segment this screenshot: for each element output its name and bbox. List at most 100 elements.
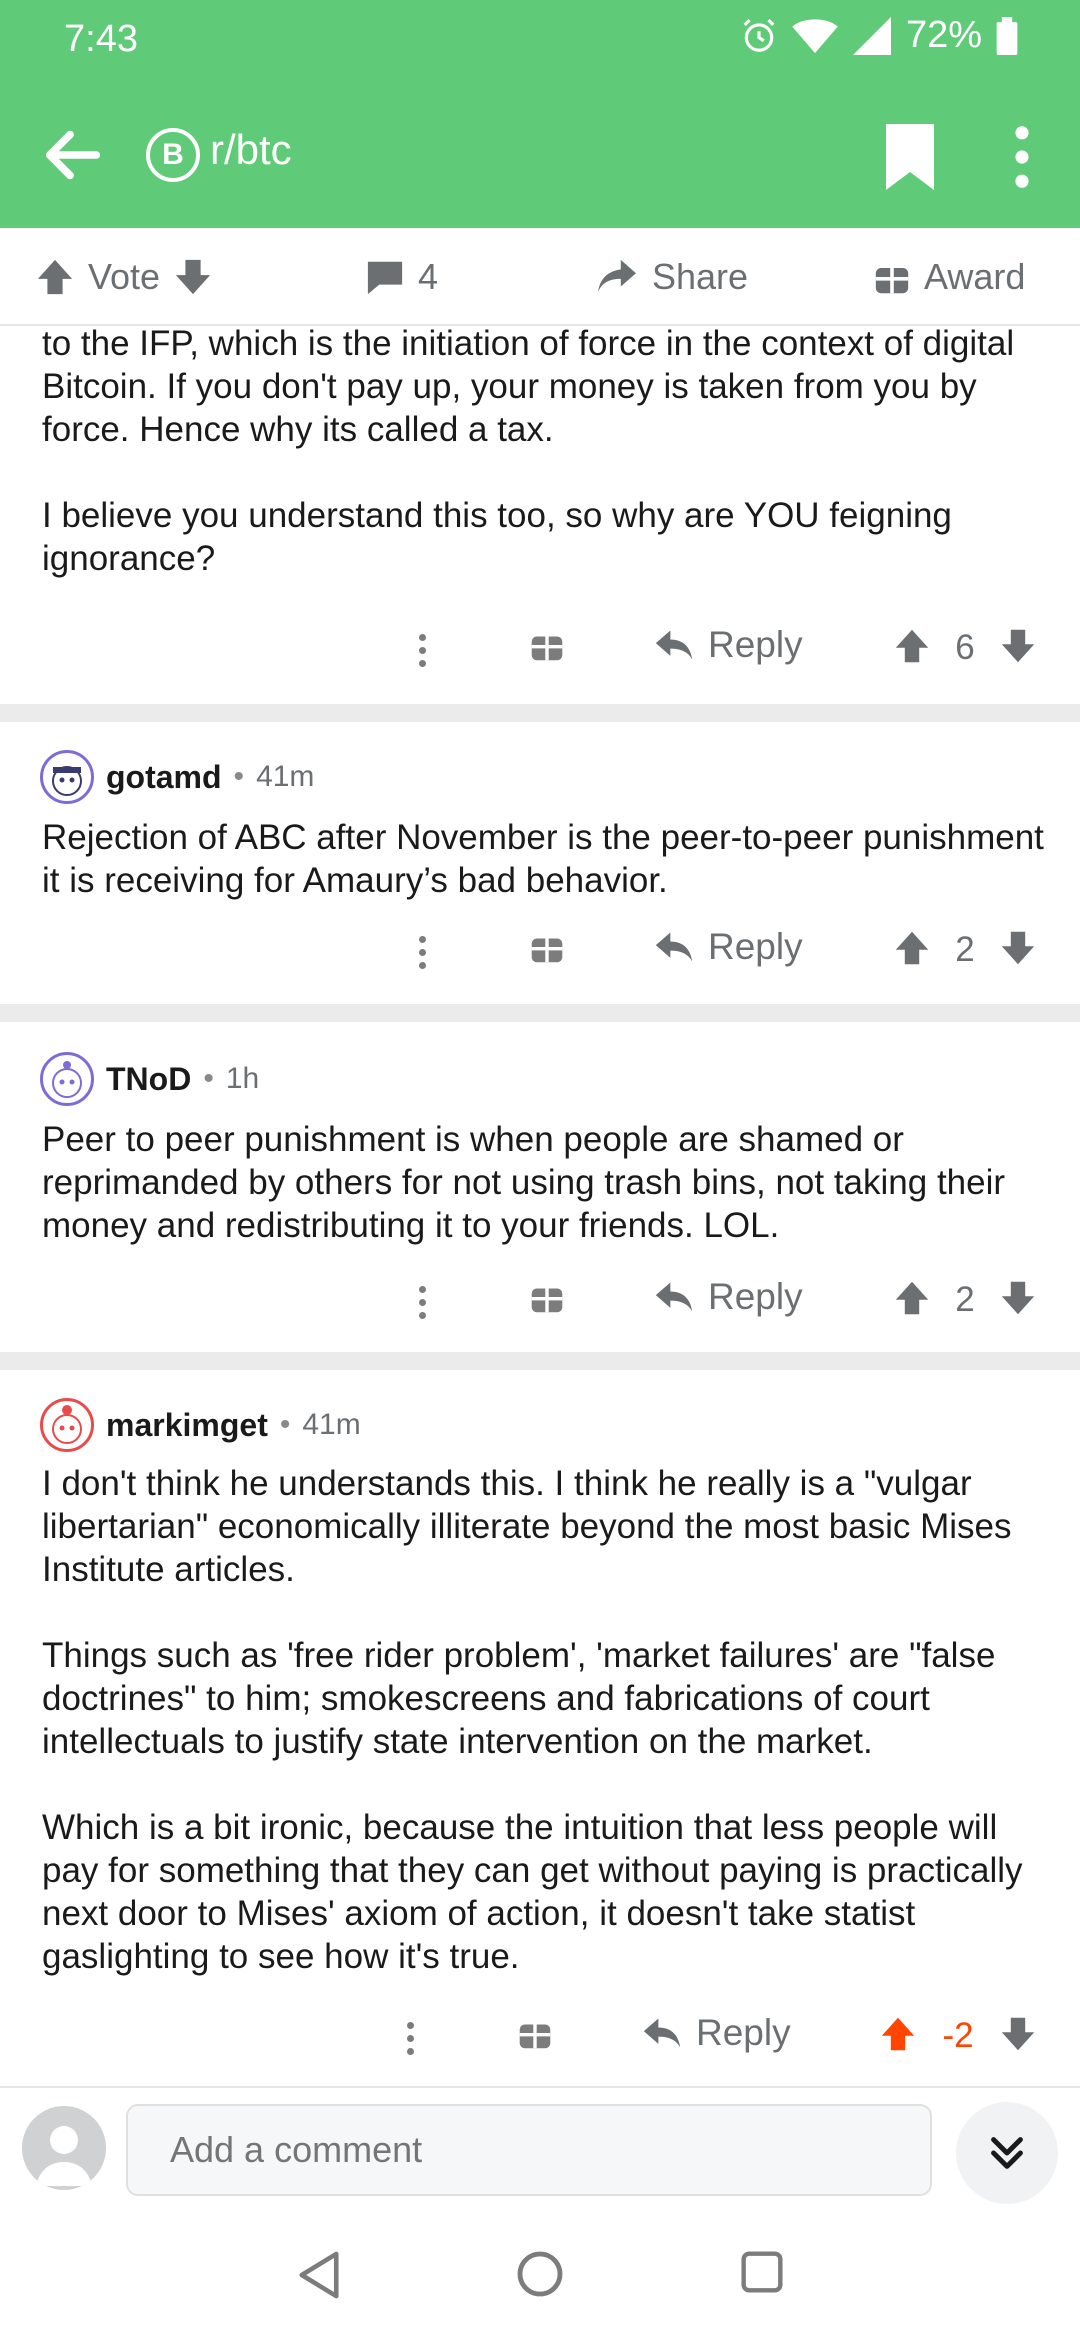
upvote-icon[interactable] xyxy=(36,258,74,296)
comment-paragraph: I don't think he understands this. I thi… xyxy=(42,1464,1012,1589)
battery-percent: 72% xyxy=(905,14,982,56)
comment-more-icon[interactable] xyxy=(412,922,432,982)
status-icons: 72% xyxy=(740,14,1018,57)
downvote-icon[interactable] xyxy=(1000,2016,1036,2052)
vote-group: Vote xyxy=(36,256,212,298)
downvote-icon[interactable] xyxy=(174,258,212,296)
comment-paragraph: Rejection of ABC after November is the p… xyxy=(42,818,1044,900)
comment-card: to the IFP, which is the initiation of f… xyxy=(0,326,1080,704)
comment-author[interactable]: TNoD xyxy=(106,1061,191,1098)
vote-label: Vote xyxy=(88,256,161,297)
comment-body: Peer to peer punishment is when people a… xyxy=(42,1118,1052,1247)
comment-score: 6 xyxy=(955,628,975,667)
downvote-icon[interactable] xyxy=(1000,628,1036,664)
signal-icon xyxy=(852,16,891,55)
subreddit-header: B r/btc xyxy=(0,80,1080,228)
upvote-icon[interactable] xyxy=(894,1280,930,1316)
reply-icon xyxy=(655,630,693,660)
comment-paragraph: I believe you understand this too, so wh… xyxy=(42,496,952,578)
upvote-icon[interactable] xyxy=(894,628,930,664)
comment-card: TNoD • 1h Peer to peer punishment is whe… xyxy=(0,1022,1080,1352)
comment-actions: Reply -2 xyxy=(0,2008,1080,2068)
bookmark-icon[interactable] xyxy=(880,124,940,190)
comment-actions: Reply 6 xyxy=(0,620,1080,680)
comment-divider xyxy=(0,1352,1080,1370)
bitcoin-icon[interactable]: B xyxy=(146,128,200,182)
user-avatar-icon xyxy=(36,2126,92,2186)
post-action-bar: Vote 4 Share Award xyxy=(0,228,1080,326)
reply-button[interactable]: Reply xyxy=(654,624,803,666)
reply-label: Reply xyxy=(708,1276,803,1317)
comment-author[interactable]: markimget xyxy=(106,1407,268,1444)
downvote-icon[interactable] xyxy=(1000,930,1036,966)
upvote-icon[interactable] xyxy=(880,2016,916,2052)
comment-card: gotamd • 41m Rejection of ABC after Nove… xyxy=(0,722,1080,1004)
meta-dot: • xyxy=(279,1408,291,1441)
comment-paragraph: Which is a bit ironic, because the intui… xyxy=(42,1808,1023,1976)
comment-age: 41m xyxy=(302,1408,361,1441)
share-icon xyxy=(598,259,636,293)
gift-icon[interactable] xyxy=(530,1280,564,1314)
more-vertical-icon[interactable] xyxy=(1000,124,1044,190)
meta-dot: • xyxy=(233,760,245,793)
reply-icon xyxy=(655,1282,693,1312)
comment-more-icon[interactable] xyxy=(412,620,432,680)
avatar[interactable] xyxy=(40,750,94,804)
gift-icon[interactable] xyxy=(518,2016,552,2050)
gift-icon[interactable] xyxy=(530,628,564,662)
back-arrow-icon[interactable] xyxy=(38,120,108,190)
reply-label: Reply xyxy=(708,926,803,967)
system-nav-bar xyxy=(0,2210,1080,2340)
gift-icon[interactable] xyxy=(530,930,564,964)
comment-meta: gotamd • 41m xyxy=(40,750,314,804)
status-time: 7:43 xyxy=(64,18,138,60)
comment-score: 2 xyxy=(955,930,975,969)
snoo-avatar-icon xyxy=(52,766,82,796)
comments-button[interactable]: 4 xyxy=(366,256,438,298)
reply-button[interactable]: Reply xyxy=(654,926,803,968)
alarm-icon xyxy=(743,18,775,52)
comment-actions: Reply 2 xyxy=(0,1272,1080,1332)
nav-recents-icon[interactable] xyxy=(740,2250,784,2294)
avatar[interactable] xyxy=(40,1052,94,1106)
comment-paragraph: Things such as 'free rider problem', 'ma… xyxy=(42,1636,996,1761)
comment-paragraph: to the IFP, which is the initiation of f… xyxy=(42,326,1015,449)
gift-icon xyxy=(875,268,909,294)
snoo-avatar-icon xyxy=(52,1405,82,1444)
nav-home-icon[interactable] xyxy=(516,2250,564,2298)
wifi-icon xyxy=(792,18,838,53)
comment-divider xyxy=(0,704,1080,722)
comment-more-icon[interactable] xyxy=(400,2008,420,2068)
status-bar: 7:43 72% xyxy=(0,0,1080,80)
award-button[interactable]: Award xyxy=(874,256,1025,298)
app-top-bar: 7:43 72% B r/btc xyxy=(0,0,1080,228)
share-button[interactable]: Share xyxy=(596,256,748,298)
reply-icon xyxy=(643,2018,681,2048)
comment-score: -2 xyxy=(942,2016,974,2055)
downvote-icon[interactable] xyxy=(1000,1280,1036,1316)
comment-body: Rejection of ABC after November is the p… xyxy=(42,816,1052,902)
subreddit-name[interactable]: r/btc xyxy=(210,126,292,174)
user-avatar[interactable] xyxy=(22,2106,106,2190)
comment-body: to the IFP, which is the initiation of f… xyxy=(42,326,1052,580)
nav-back-icon[interactable] xyxy=(296,2250,342,2300)
jump-next-button[interactable] xyxy=(956,2102,1058,2204)
reply-button[interactable]: Reply xyxy=(654,1276,803,1318)
reply-label: Reply xyxy=(708,624,803,665)
comment-feed[interactable]: to the IFP, which is the initiation of f… xyxy=(0,326,1080,2086)
comment-age: 1h xyxy=(225,1062,260,1095)
comment-actions: Reply 2 xyxy=(0,922,1080,982)
add-comment-input[interactable] xyxy=(126,2104,932,2196)
comment-count: 4 xyxy=(418,256,439,297)
comment-meta: markimget • 41m xyxy=(40,1398,361,1452)
comment-more-icon[interactable] xyxy=(412,1272,432,1332)
reply-label: Reply xyxy=(696,2012,791,2053)
avatar[interactable] xyxy=(40,1398,94,1452)
award-label: Award xyxy=(924,256,1026,297)
upvote-icon[interactable] xyxy=(894,930,930,966)
comment-body: I don't think he understands this. I thi… xyxy=(42,1462,1052,1978)
comment-composer-bar xyxy=(0,2086,1080,2210)
reply-button[interactable]: Reply xyxy=(642,2012,791,2054)
comment-author[interactable]: gotamd xyxy=(106,759,222,796)
meta-dot: • xyxy=(203,1062,214,1095)
